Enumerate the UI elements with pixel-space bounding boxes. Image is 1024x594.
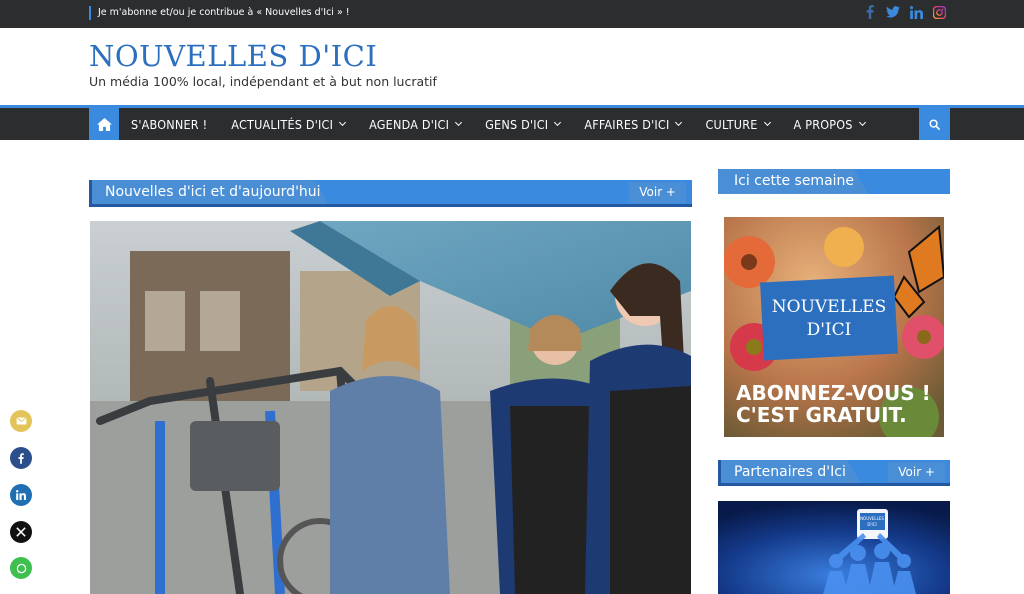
whatsapp-icon <box>16 563 26 573</box>
partners-banner[interactable]: NOUVELLES D'ICI <box>718 501 950 594</box>
facebook-icon[interactable] <box>863 5 877 19</box>
partners-see-more-button[interactable]: Voir + <box>888 462 945 482</box>
facebook-icon <box>18 452 24 464</box>
bike-repair-photo <box>90 221 691 594</box>
main-navigation: S'ABONNER ! ACTUALITÉS D'ICI AGENDA D'IC… <box>0 105 1024 140</box>
chevron-down-icon <box>455 118 463 126</box>
search-button[interactable] <box>919 108 950 140</box>
nav-item-label: ACTUALITÉS D'ICI <box>231 116 334 132</box>
site-tagline: Un média 100% local, indépendant et à bu… <box>89 74 437 89</box>
nav-item-subscribe[interactable]: S'ABONNER ! <box>119 108 219 140</box>
nav-item-label: AFFAIRES D'ICI <box>584 116 670 132</box>
featured-article-image[interactable] <box>90 221 691 594</box>
nav-item-label: S'ABONNER ! <box>131 116 208 132</box>
chevron-down-icon <box>554 118 562 126</box>
nav-item-agenda[interactable]: AGENDA D'ICI <box>357 108 473 140</box>
promo-cta-line2: C'EST GRATUIT. <box>736 403 907 427</box>
nav-item-culture[interactable]: CULTURE <box>693 108 781 140</box>
promo-logo-line2: D'ICI <box>807 320 852 340</box>
nav-item-label: GENS D'ICI <box>485 116 549 132</box>
share-facebook-button[interactable] <box>10 447 32 469</box>
chevron-down-icon <box>675 118 683 126</box>
social-links <box>863 5 946 19</box>
instagram-icon[interactable] <box>932 5 946 19</box>
subscribe-promo-banner[interactable]: NOUVELLES D'ICI ABONNEZ-VOUS ! C'EST GRA… <box>724 217 944 437</box>
nav-item-people[interactable]: GENS D'ICI <box>473 108 572 140</box>
email-icon <box>16 417 26 425</box>
promo-logo-line1: NOUVELLES <box>772 297 886 317</box>
nav-item-about[interactable]: A PROPOS <box>782 108 877 140</box>
site-branding: NOUVELLES D'ICI Un média 100% local, ind… <box>89 38 437 90</box>
header-underline <box>718 483 950 486</box>
week-section-header: Ici cette semaine <box>718 169 950 194</box>
home-button[interactable] <box>89 108 119 140</box>
linkedin-icon <box>16 490 26 500</box>
search-icon <box>929 118 940 130</box>
chevron-down-icon <box>763 118 771 126</box>
header-underline <box>89 204 692 207</box>
partners-graphic: NOUVELLES D'ICI <box>718 501 950 594</box>
nav-item-news[interactable]: ACTUALITÉS D'ICI <box>219 108 357 140</box>
chevron-down-icon <box>858 118 866 126</box>
section-title: Ici cette semaine <box>734 173 855 189</box>
twitter-icon[interactable] <box>886 5 900 19</box>
promo-cta-line1: ABONNEZ-VOUS ! <box>736 381 931 405</box>
partners-logo-line2: D'ICI <box>867 522 876 527</box>
site-logo[interactable]: NOUVELLES D'ICI <box>89 38 437 74</box>
chevron-down-icon <box>339 118 347 126</box>
nav-menu: S'ABONNER ! ACTUALITÉS D'ICI AGENDA D'IC… <box>119 108 877 140</box>
top-bar: Je m'abonne et/ou je contribue à « Nouve… <box>0 0 1024 28</box>
home-icon <box>96 117 112 131</box>
subscribe-promo-link[interactable]: Je m'abonne et/ou je contribue à « Nouve… <box>89 6 350 20</box>
share-email-button[interactable] <box>10 410 32 432</box>
share-linkedin-button[interactable] <box>10 484 32 506</box>
flowers-butterfly-image: NOUVELLES D'ICI ABONNEZ-VOUS ! C'EST GRA… <box>724 217 944 437</box>
partners-section-header: Partenaires d'Ici Voir + <box>718 460 950 486</box>
news-section-header: Nouvelles d'ici et d'aujourd'hui Voir + <box>89 180 692 207</box>
section-title: Nouvelles d'ici et d'aujourd'hui <box>105 184 321 200</box>
share-x-button[interactable] <box>10 521 32 543</box>
nav-item-business[interactable]: AFFAIRES D'ICI <box>572 108 693 140</box>
linkedin-icon[interactable] <box>909 5 923 19</box>
nav-item-label: A PROPOS <box>793 116 853 132</box>
partners-logo-line1: NOUVELLES <box>860 516 884 521</box>
nav-item-label: CULTURE <box>705 116 758 132</box>
header-accent <box>89 180 92 207</box>
see-more-button[interactable]: Voir + <box>629 182 686 203</box>
section-title: Partenaires d'Ici <box>734 464 846 480</box>
x-icon <box>16 527 26 537</box>
nav-item-label: AGENDA D'ICI <box>369 116 450 132</box>
share-whatsapp-button[interactable] <box>10 557 32 579</box>
